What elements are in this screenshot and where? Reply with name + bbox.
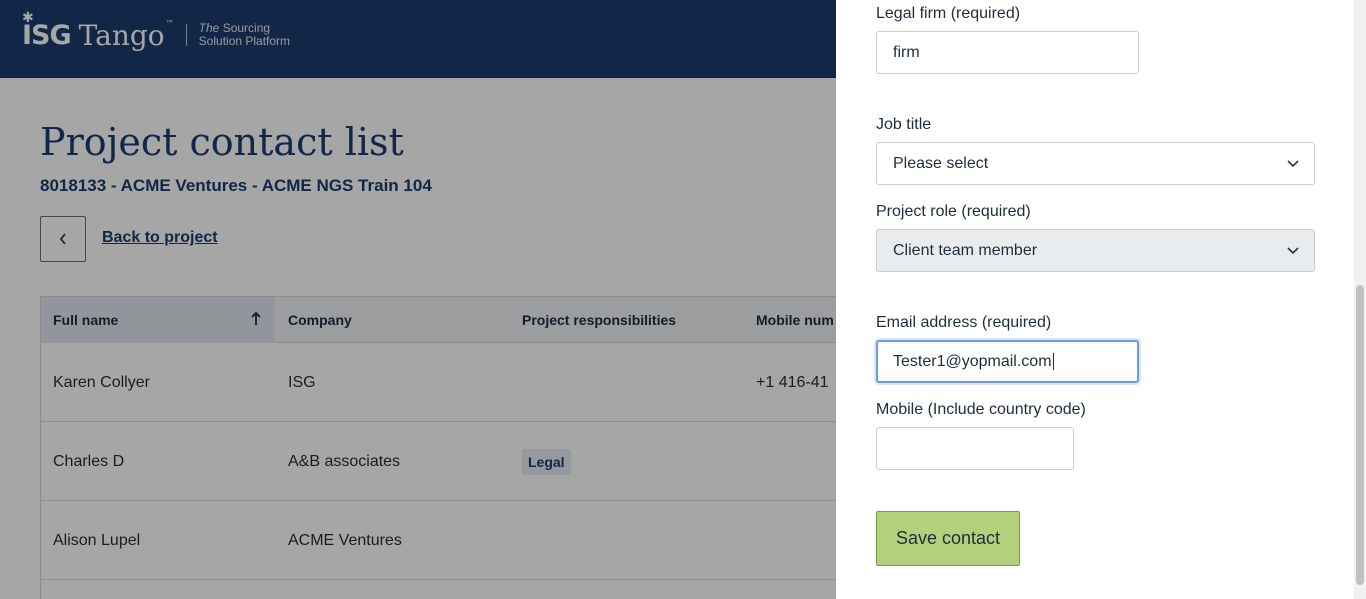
job-title-label: Job title [876,116,932,133]
job-title-select[interactable]: Please select [876,142,1315,185]
project-role-label: Project role (required) [876,203,1031,220]
modal-backdrop[interactable] [0,0,836,599]
legal-firm-input[interactable]: firm [876,31,1139,74]
mobile-input[interactable] [876,427,1074,470]
email-value: Tester1@yopmail.com [893,352,1052,370]
mobile-label: Mobile (Include country code) [876,401,1086,418]
text-cursor [1052,353,1054,370]
email-label: Email address (required) [876,314,1052,331]
legal-firm-label: Legal firm (required) [876,5,1021,22]
save-contact-button[interactable]: Save contact [876,511,1020,566]
job-title-selected: Please select [893,154,989,172]
panel-scrollbar[interactable] [1354,0,1366,599]
chevron-down-icon [1287,247,1299,255]
email-input[interactable]: Tester1@yopmail.com [876,340,1139,383]
contact-form-panel: Legal firm (required) firm Job title Ple… [836,0,1366,599]
chevron-down-icon [1287,160,1299,168]
project-role-selected: Client team member [893,241,1038,259]
scrollbar-thumb[interactable] [1356,285,1364,585]
project-role-select[interactable]: Client team member [876,229,1315,272]
